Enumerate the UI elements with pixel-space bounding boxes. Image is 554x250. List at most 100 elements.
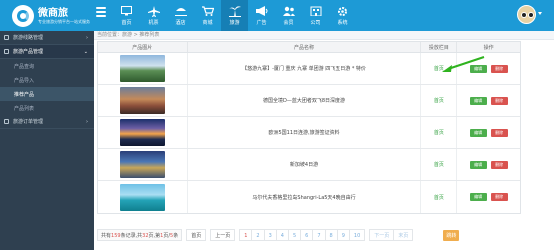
- pagination: 共有159条记录,共32页,第1页/5条 首页 上一页 1 2 3 4 5 6 …: [97, 229, 460, 241]
- edit-button[interactable]: 编辑: [469, 96, 487, 105]
- delete-button[interactable]: 删除: [490, 128, 508, 137]
- placement-category: 首页: [433, 162, 444, 168]
- page-button[interactable]: 4: [276, 229, 289, 241]
- nav-label: 会员: [283, 20, 294, 26]
- user-avatar[interactable]: [517, 5, 536, 24]
- nav-label: 公司: [310, 20, 321, 26]
- product-thumbnail[interactable]: [119, 87, 165, 114]
- nav-item-travel[interactable]: 旅游: [221, 0, 248, 31]
- product-title: 欧洲5国11日连游,旅游签证资料: [268, 130, 340, 136]
- nav-item-ads[interactable]: 广告: [248, 0, 275, 31]
- sidebar-group-routes[interactable]: 旅游线路管理 ›: [0, 31, 94, 45]
- delete-button[interactable]: 删除: [490, 96, 508, 105]
- chevron-down-icon: ⌄: [83, 48, 88, 55]
- product-thumbnail[interactable]: [119, 151, 165, 178]
- cart-icon: [201, 5, 214, 17]
- page-button[interactable]: 2: [252, 229, 265, 241]
- folder-icon: [4, 35, 9, 40]
- column-header: 投放栏目: [421, 42, 458, 52]
- nav-item-flights[interactable]: 机票: [140, 0, 167, 31]
- delete-button[interactable]: 删除: [490, 64, 508, 73]
- product-thumbnail[interactable]: [119, 119, 165, 146]
- page-button[interactable]: 8: [325, 229, 338, 241]
- page-button[interactable]: 10: [349, 229, 366, 241]
- nav-label: 首页: [121, 20, 132, 26]
- sidebar-group-label: 旅游线路管理: [13, 35, 44, 41]
- order-icon: [4, 119, 9, 124]
- sidebar-item-recommended[interactable]: 推荐产品: [0, 87, 94, 101]
- annotation-arrow-icon: [442, 56, 485, 72]
- page-button[interactable]: 1: [239, 229, 253, 241]
- megaphone-icon: [255, 5, 268, 17]
- pager-text: 条: [173, 233, 179, 239]
- page-button[interactable]: 3: [264, 229, 277, 241]
- pagination-summary: 共有159条记录,共32页,第1页/5条: [97, 229, 183, 241]
- hotel-icon: [174, 5, 187, 17]
- pager-text: 页/: [163, 233, 170, 239]
- prev-page-button[interactable]: 上一页: [210, 229, 236, 241]
- sidebar-group-label: 旅游订单管理: [13, 119, 44, 125]
- chevron-down-icon[interactable]: [538, 12, 542, 15]
- go-button[interactable]: 跳转: [443, 229, 460, 241]
- page-button[interactable]: 7: [313, 229, 326, 241]
- nav-label: 酒店: [175, 20, 186, 26]
- sidebar-group-orders[interactable]: 旅游订单管理 ›: [0, 115, 94, 129]
- table-header: 产品图片 产品名称 投放栏目 操作: [98, 42, 520, 53]
- users-icon: [282, 5, 295, 17]
- next-page-button[interactable]: 下一页: [369, 229, 395, 241]
- first-page-button[interactable]: 首页: [186, 229, 207, 241]
- sidebar-item-label: 产品导入: [14, 77, 35, 84]
- sidebar-group-products[interactable]: 旅游产品管理 ⌄: [0, 45, 94, 59]
- sidebar-group-label: 旅游产品管理: [13, 49, 44, 55]
- nav-item-system[interactable]: 系统: [329, 0, 356, 31]
- delete-button[interactable]: 删除: [490, 193, 508, 201]
- breadcrumb: 当前位置：旅游 > 推荐列表: [94, 31, 554, 40]
- nav-item-members[interactable]: 会员: [275, 0, 302, 31]
- brand-logo[interactable]: 微商旅 专业旅游分销平台一站式服务: [12, 3, 96, 29]
- product-thumbnail[interactable]: [119, 183, 165, 211]
- chevron-right-icon: ›: [86, 34, 88, 41]
- logo-icon: [12, 5, 34, 27]
- sidebar-item-product-query[interactable]: 产品查询: [0, 59, 94, 73]
- sidebar: 旅游线路管理 › 旅游产品管理 ⌄ 产品查询 产品导入 推荐产品 产品列表 旅游…: [0, 31, 94, 250]
- nav-item-company[interactable]: 公司: [302, 0, 329, 31]
- product-title: 【悠游九寨】-厦门 重庆 九寨 单团游 四飞五日游 * 特价: [242, 66, 366, 72]
- table-row: 欧洲5国11日连游,旅游签证资料 首页 编辑 删除: [98, 117, 520, 149]
- table-row: 新加坡4日游 首页 编辑 删除: [98, 149, 520, 181]
- table-row: 德国全境D—蓝大团者双飞8日深度游 首页 编辑 删除: [98, 85, 520, 117]
- edit-button[interactable]: 编辑: [469, 193, 487, 201]
- company-icon: [310, 5, 322, 17]
- column-header: 产品名称: [188, 42, 422, 52]
- avatar-eye: [521, 12, 527, 18]
- page-button[interactable]: 9: [337, 229, 350, 241]
- page-button[interactable]: 6: [301, 229, 314, 241]
- product-title: 马尔代夫香格里拉岛Shangri-La5天4晚自由行: [252, 194, 356, 201]
- total-items: 159: [111, 233, 121, 239]
- nav-item-hotels[interactable]: 酒店: [167, 0, 194, 31]
- last-page-button[interactable]: 末页: [394, 229, 414, 241]
- page-button[interactable]: 5: [288, 229, 302, 241]
- delete-button[interactable]: 删除: [490, 160, 508, 169]
- placement-category: 首页: [433, 194, 444, 201]
- pager-text: 共有: [101, 233, 112, 239]
- placement-category: 首页: [433, 130, 444, 136]
- nav-label: 商城: [202, 20, 213, 26]
- edit-button[interactable]: 编辑: [469, 160, 487, 169]
- nav-item-home[interactable]: 首页: [113, 0, 140, 31]
- palm-tree-icon: [228, 5, 241, 17]
- avatar-eye: [528, 12, 534, 18]
- nav-label: 机票: [148, 20, 159, 26]
- pager-text: 页,第: [148, 233, 161, 239]
- product-thumbnail[interactable]: [119, 55, 165, 82]
- nav-item-mall[interactable]: 商城: [194, 0, 221, 31]
- chevron-right-icon: ›: [86, 118, 88, 125]
- nav-label: 系统: [337, 20, 348, 26]
- monitor-icon: [121, 5, 132, 17]
- menu-toggle-icon[interactable]: [96, 7, 106, 17]
- brand-title: 微商旅: [38, 7, 68, 19]
- top-header: 微商旅 专业旅游分销平台一站式服务 首页 机票 酒店 商城 旅游 广告 会员 公…: [0, 0, 554, 31]
- sidebar-item-product-import[interactable]: 产品导入: [0, 73, 94, 87]
- column-header: 产品图片: [98, 42, 188, 52]
- edit-button[interactable]: 编辑: [469, 128, 487, 137]
- sidebar-item-product-list[interactable]: 产品列表: [0, 101, 94, 115]
